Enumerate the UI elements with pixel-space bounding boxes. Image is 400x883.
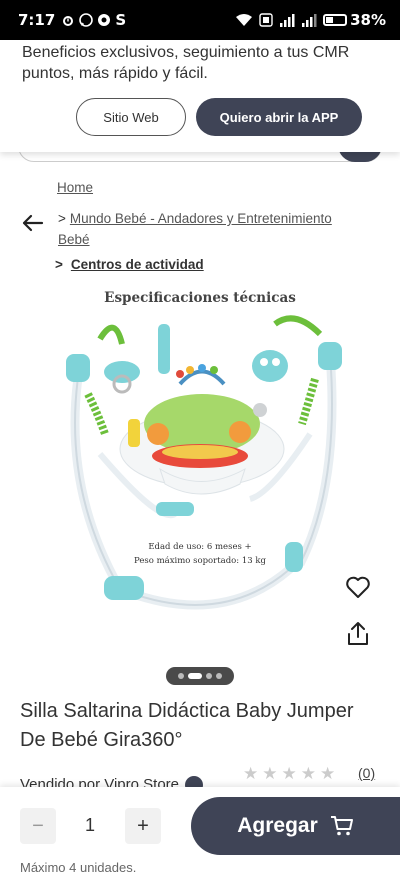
carousel-indicator[interactable] — [166, 667, 234, 685]
baby-jumper-illustration — [66, 315, 342, 610]
breadcrumb-home[interactable]: Home — [57, 180, 93, 195]
quantity-decrease-button[interactable]: − — [20, 808, 56, 844]
spec-title: Especificaciones técnicas — [104, 290, 296, 306]
carousel-dot[interactable] — [188, 673, 202, 679]
max-units-note: Máximo 4 unidades. — [20, 860, 137, 875]
breadcrumb-separator: > — [55, 257, 63, 272]
breadcrumb-centros[interactable]: > Centros de actividad — [55, 257, 204, 272]
battery-indicator: 38% — [323, 11, 386, 29]
rating-stars: ★★★★★ — [243, 764, 339, 784]
quantity-increase-button[interactable]: + — [125, 808, 161, 844]
purchase-bar: − 1 + Agregar Máximo 4 unidades. — [0, 787, 400, 883]
share-icon[interactable] — [344, 620, 372, 648]
breadcrumb-separator: > — [58, 211, 66, 226]
whatsapp-icon — [79, 13, 94, 27]
add-to-cart-label: Agregar — [237, 814, 318, 837]
carousel-dot[interactable] — [206, 673, 212, 679]
star-icon: ★ — [262, 764, 282, 783]
quantity-value: 1 — [84, 815, 95, 835]
star-icon: ★ — [243, 764, 263, 783]
spec-weight: Peso máximo soportado: 13 kg — [134, 556, 266, 566]
breadcrumb-centros-link[interactable]: Centros de actividad — [71, 257, 204, 272]
favorite-heart-icon[interactable] — [343, 572, 373, 602]
status-bar: 7:17 S 38% — [0, 0, 400, 40]
product-image[interactable]: Especificaciones técnicas Edad de uso: 6… — [40, 284, 360, 644]
star-icon: ★ — [320, 764, 340, 783]
product-page: 7:17 S 38% Beneficios exclusivos, seguim… — [0, 0, 400, 883]
s-app-icon: S — [115, 11, 127, 29]
battery-percent: 38% — [350, 11, 386, 29]
spec-age: Edad de uso: 6 meses + — [148, 542, 252, 552]
volte-icon — [259, 13, 273, 27]
star-icon: ★ — [300, 764, 320, 783]
alarm-icon — [63, 16, 74, 26]
breadcrumb-mundo-bebe[interactable]: > Mundo Bebé - Andadores y Entretenimient… — [58, 208, 358, 250]
product-title: Silla Saltarina Didáctica Baby Jumper De… — [20, 700, 354, 751]
wifi-icon — [236, 14, 253, 26]
breadcrumb-mundo-link[interactable]: Mundo Bebé - Andadores y Entretenimiento… — [58, 211, 332, 247]
status-time: 7:17 — [18, 11, 56, 29]
carousel-dot[interactable] — [216, 673, 222, 679]
add-to-cart-button[interactable]: Agregar — [191, 797, 400, 855]
breadcrumb-home-link[interactable]: Home — [57, 180, 93, 195]
back-arrow-icon[interactable] — [22, 212, 44, 238]
open-app-button[interactable]: Quiero abrir la APP — [196, 98, 362, 136]
cart-icon — [330, 816, 353, 836]
signal-1-icon — [280, 14, 295, 27]
carousel-dot[interactable] — [178, 673, 184, 679]
website-button[interactable]: Sitio Web — [76, 98, 186, 136]
chrome-icon — [98, 14, 111, 26]
banner-text: Beneficios exclusivos, seguimiento a tus… — [22, 44, 350, 82]
battery-icon — [323, 14, 348, 26]
star-icon: ★ — [281, 764, 301, 783]
review-count[interactable]: (0) — [358, 765, 375, 781]
signal-2-icon — [302, 14, 317, 27]
app-download-banner: Beneficios exclusivos, seguimiento a tus… — [0, 40, 400, 152]
